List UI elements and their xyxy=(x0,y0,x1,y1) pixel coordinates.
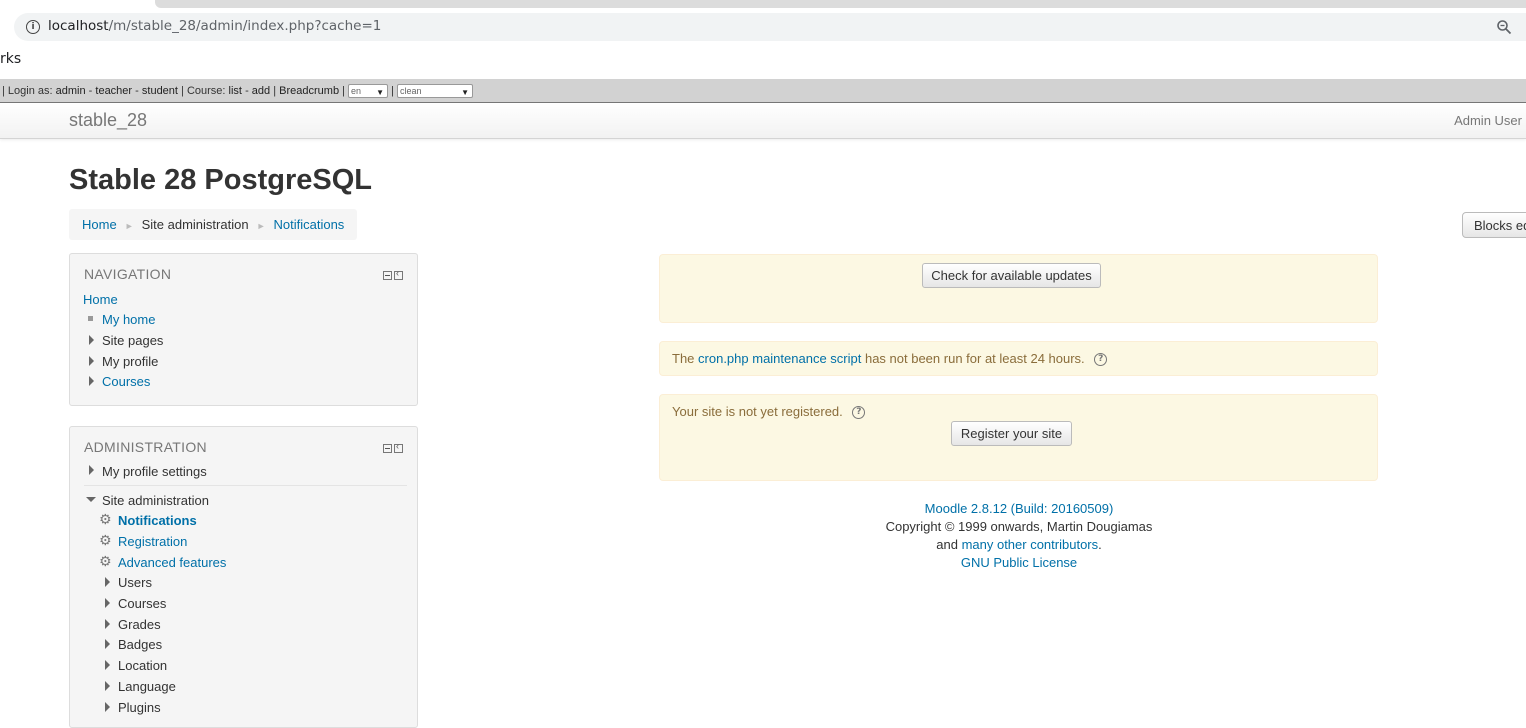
expand-arrow-icon[interactable] xyxy=(105,577,110,587)
footer-period: . xyxy=(1098,537,1102,552)
site-info-icon[interactable]: i xyxy=(26,20,40,34)
admin-location[interactable]: Location xyxy=(118,658,167,673)
course-label: | Course: xyxy=(181,84,226,97)
bookmarks-bar-label[interactable]: rks xyxy=(0,51,21,67)
dev-toolbar: | Login as: admin - teacher - student | … xyxy=(0,79,1526,103)
collapse-arrow-icon[interactable] xyxy=(86,497,96,502)
separator: | xyxy=(342,84,345,97)
breadcrumb-notifications[interactable]: Notifications xyxy=(273,217,344,232)
breadcrumb-home[interactable]: Home xyxy=(82,217,117,232)
theme-select[interactable]: clean ▼ xyxy=(397,84,474,98)
admin-my-profile-settings[interactable]: My profile settings xyxy=(102,464,207,479)
nav-my-home[interactable]: My home xyxy=(102,312,155,327)
expand-arrow-icon[interactable] xyxy=(89,376,94,386)
contributors-link[interactable]: many other contributors xyxy=(962,537,1099,552)
separator: | xyxy=(391,84,394,97)
site-navbar: stable_28 Admin User xyxy=(0,103,1526,139)
gear-icon: ⚙ xyxy=(99,554,112,570)
administration-block-title: ADMINISTRATION xyxy=(84,439,207,455)
admin-site-administration[interactable]: Site administration xyxy=(102,493,209,508)
expand-arrow-icon[interactable] xyxy=(89,356,94,366)
administration-block: ADMINISTRATION My profile settings Site … xyxy=(69,426,418,728)
cron-text-post: has not been run for at least 24 hours. xyxy=(864,351,1085,366)
footer-and-text: and xyxy=(936,537,958,552)
breadcrumb-site-administration[interactable]: Site administration xyxy=(142,217,249,232)
expand-arrow-icon[interactable] xyxy=(105,702,110,712)
nav-courses[interactable]: Courses xyxy=(102,374,150,389)
chevron-down-icon: ▼ xyxy=(461,88,470,97)
expand-arrow-icon[interactable] xyxy=(89,465,94,475)
browser-tabstrip xyxy=(0,0,1526,8)
user-menu[interactable]: Admin User xyxy=(1454,113,1522,128)
site-brand-link[interactable]: stable_28 xyxy=(69,110,147,131)
login-teacher-link[interactable]: teacher xyxy=(95,85,132,97)
admin-advanced-features-link[interactable]: Advanced features xyxy=(118,555,226,570)
page-title: Stable 28 PostgreSQL xyxy=(69,164,372,196)
admin-registration-link[interactable]: Registration xyxy=(118,534,187,549)
footer: Moodle 2.8.12 (Build: 20160509) Copyrigh… xyxy=(819,500,1219,572)
nav-home-link[interactable]: Home xyxy=(83,292,118,307)
help-icon[interactable]: ? xyxy=(852,406,866,420)
minimize-icon[interactable] xyxy=(383,271,392,280)
separator: - xyxy=(88,84,93,97)
expand-arrow-icon[interactable] xyxy=(105,619,110,629)
registration-text: Your site is not yet registered. xyxy=(672,404,843,419)
address-bar[interactable]: i localhost/m/stable_28/admin/index.php?… xyxy=(14,13,1526,41)
gear-icon: ⚙ xyxy=(99,512,112,528)
registration-alert: Your site is not yet registered. ? Regis… xyxy=(659,394,1378,481)
language-select[interactable]: en ▼ xyxy=(348,84,389,98)
url-text[interactable]: localhost/m/stable_28/admin/index.php?ca… xyxy=(48,18,381,34)
navigation-block-title: NAVIGATION xyxy=(84,266,172,282)
breadcrumb-link[interactable]: Breadcrumb xyxy=(279,85,339,97)
separator: - xyxy=(135,84,139,97)
admin-plugins[interactable]: Plugins xyxy=(118,700,161,715)
course-add-link[interactable]: add xyxy=(252,85,270,97)
login-student-link[interactable]: student xyxy=(142,85,178,97)
copyright-text: Copyright © 1999 onwards, Martin Dougiam… xyxy=(885,519,1153,534)
moodle-version-link[interactable]: Moodle 2.8.12 (Build: 20160509) xyxy=(925,501,1114,516)
breadcrumb-separator-icon: ► xyxy=(124,221,134,231)
expand-arrow-icon[interactable] xyxy=(89,335,94,345)
expand-arrow-icon[interactable] xyxy=(105,681,110,691)
admin-grades[interactable]: Grades xyxy=(118,617,161,632)
breadcrumb-separator-icon: ► xyxy=(256,221,266,231)
license-link[interactable]: GNU Public License xyxy=(961,555,1077,570)
gear-icon: ⚙ xyxy=(99,533,112,549)
admin-badges[interactable]: Badges xyxy=(118,637,162,652)
divider xyxy=(84,485,407,486)
dock-icon[interactable] xyxy=(394,441,403,453)
cron-text-pre: The xyxy=(672,351,695,366)
updates-alert: Check for available updates xyxy=(659,254,1378,323)
cron-script-link[interactable]: cron.php maintenance script xyxy=(698,351,861,366)
bullet-icon xyxy=(88,316,93,321)
navigation-block: NAVIGATION Home My home Site pages My pr… xyxy=(69,253,418,406)
zoom-icon[interactable] xyxy=(1496,19,1512,35)
chevron-down-icon: ▼ xyxy=(376,88,385,97)
login-as-label: | Login as: xyxy=(2,84,53,97)
dock-icon[interactable] xyxy=(394,268,403,280)
admin-language[interactable]: Language xyxy=(118,679,176,694)
expand-arrow-icon[interactable] xyxy=(105,598,110,608)
breadcrumb: Home ► Site administration ► Notifications xyxy=(69,209,358,240)
cron-alert: The cron.php maintenance script has not … xyxy=(659,341,1378,376)
help-icon[interactable]: ? xyxy=(1094,353,1108,367)
blocks-editing-button[interactable]: Blocks editing on xyxy=(1462,212,1526,238)
course-list-link[interactable]: list xyxy=(229,85,242,97)
admin-notifications-link[interactable]: Notifications xyxy=(118,513,197,528)
login-admin-link[interactable]: admin xyxy=(56,85,86,97)
nav-site-pages[interactable]: Site pages xyxy=(102,333,163,348)
expand-arrow-icon[interactable] xyxy=(105,639,110,649)
minimize-icon[interactable] xyxy=(383,444,392,453)
separator: | xyxy=(273,84,277,97)
expand-arrow-icon[interactable] xyxy=(105,660,110,670)
admin-courses[interactable]: Courses xyxy=(118,596,166,611)
tab-area xyxy=(155,0,1526,8)
separator: - xyxy=(245,84,249,97)
nav-my-profile[interactable]: My profile xyxy=(102,354,158,369)
register-site-button[interactable]: Register your site xyxy=(951,421,1072,446)
check-updates-button[interactable]: Check for available updates xyxy=(922,263,1101,288)
admin-users[interactable]: Users xyxy=(118,575,152,590)
